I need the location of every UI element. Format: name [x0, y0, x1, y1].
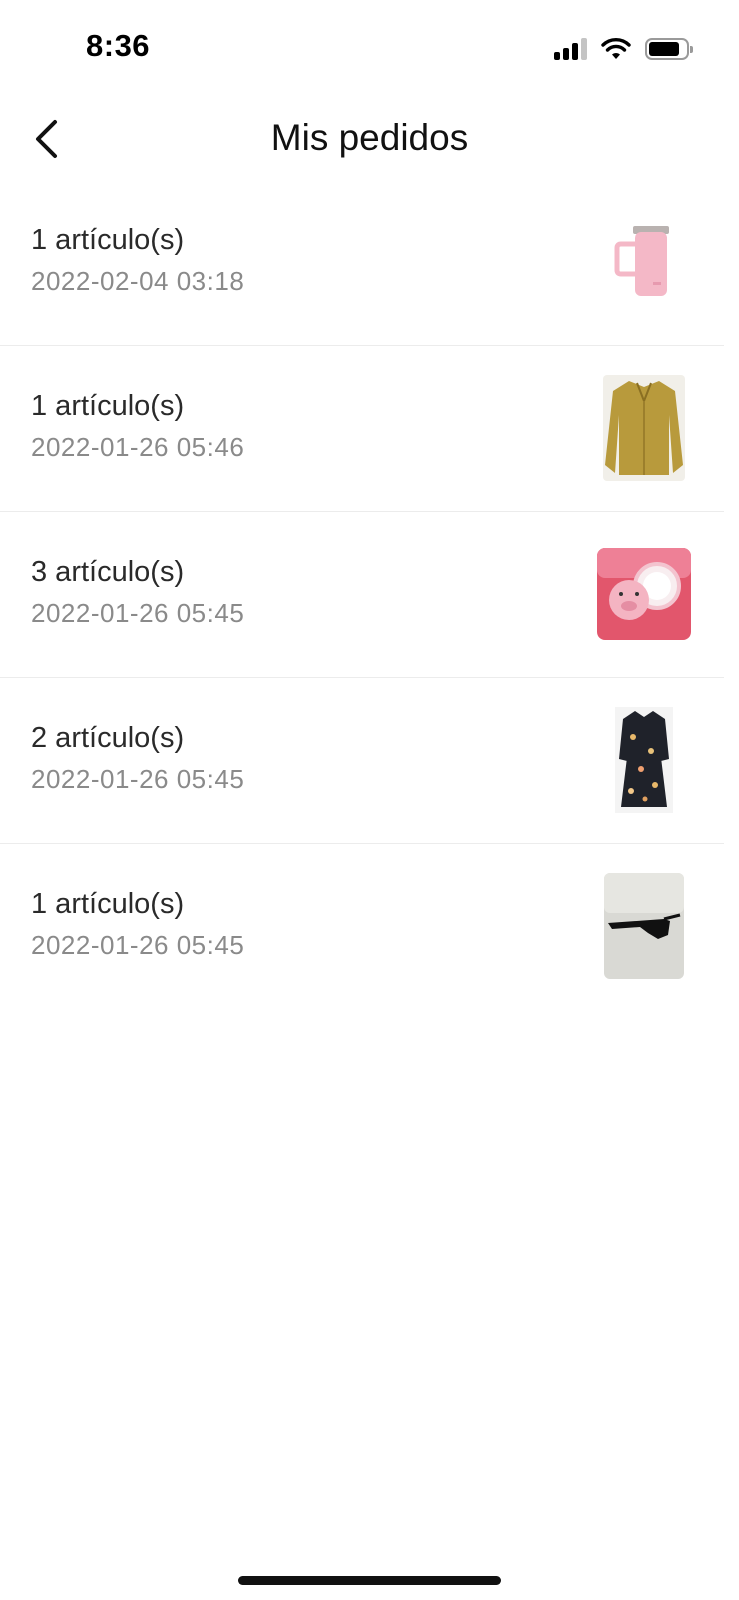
signal-icon: [554, 38, 587, 60]
order-date: 2022-01-26 05:46: [31, 432, 245, 462]
pink-tumbler-image: [614, 226, 669, 296]
status-bar: 8:36: [0, 0, 739, 95]
sunglasses-image: [604, 873, 684, 979]
floral-dress-image: [615, 707, 673, 813]
home-indicator[interactable]: [238, 1576, 501, 1585]
product-thumbnail: [594, 202, 694, 322]
order-row[interactable]: 3 artículo(s) 2022-01-26 05:45: [0, 512, 724, 678]
order-item-count: 2 artículo(s): [31, 722, 185, 754]
order-row[interactable]: 1 artículo(s) 2022-01-26 05:46: [0, 346, 724, 512]
order-date: 2022-01-26 05:45: [31, 598, 245, 628]
gold-blouse-image: [603, 375, 685, 481]
product-thumbnail: [594, 866, 694, 986]
order-row[interactable]: 1 artículo(s) 2022-01-26 05:45: [0, 844, 724, 1010]
orders-list: 1 artículo(s) 2022-02-04 03:18 1 artícul…: [0, 180, 724, 1010]
wifi-icon: [601, 38, 631, 59]
order-item-count: 3 artículo(s): [31, 556, 185, 588]
order-date: 2022-02-04 03:18: [31, 266, 245, 296]
product-thumbnail: [594, 534, 694, 654]
nav-header: Mis pedidos: [0, 95, 739, 190]
battery-icon: [645, 38, 693, 60]
pink-mirror-image: [597, 548, 691, 640]
order-item-count: 1 artículo(s): [31, 224, 185, 256]
order-item-count: 1 artículo(s): [31, 888, 185, 920]
order-date: 2022-01-26 05:45: [31, 764, 245, 794]
order-row[interactable]: 2 artículo(s) 2022-01-26 05:45: [0, 678, 724, 844]
page-title: Mis pedidos: [270, 117, 469, 158]
product-thumbnail: [594, 700, 694, 820]
status-icons: [554, 36, 693, 62]
order-row[interactable]: 1 artículo(s) 2022-02-04 03:18: [0, 180, 724, 346]
status-time: 8:36: [86, 28, 151, 63]
product-thumbnail: [594, 368, 694, 488]
order-date: 2022-01-26 05:45: [31, 930, 245, 960]
order-item-count: 1 artículo(s): [31, 390, 185, 422]
